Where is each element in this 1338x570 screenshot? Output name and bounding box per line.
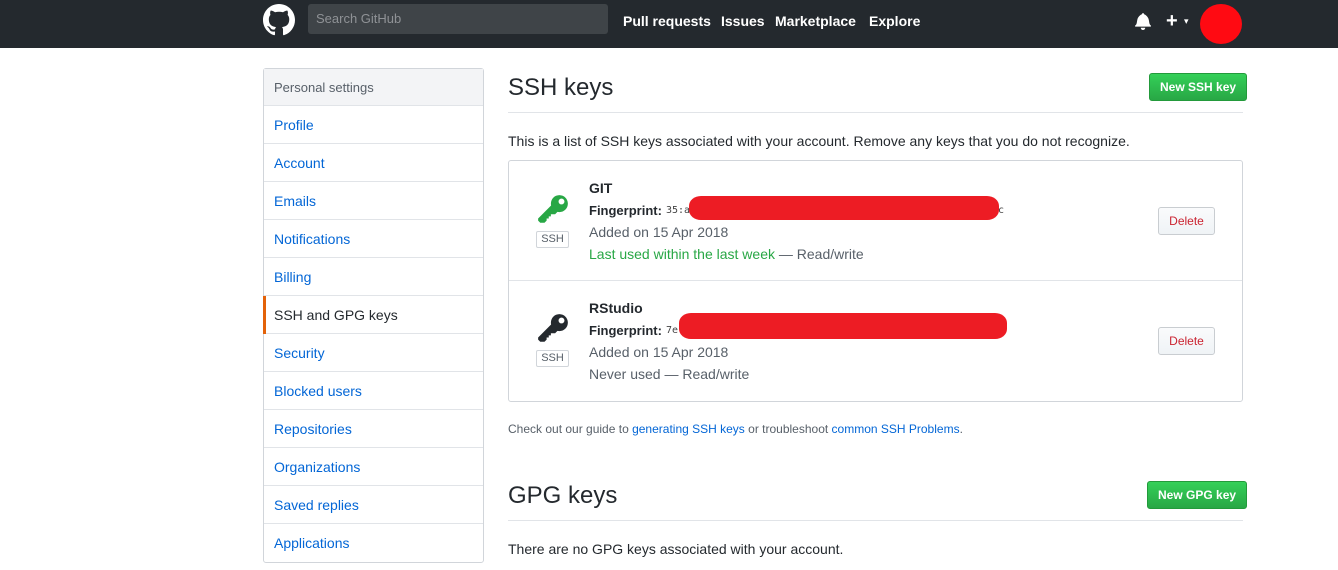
create-new-dropdown[interactable]: + ▾ bbox=[1166, 10, 1196, 32]
redaction-mark bbox=[689, 196, 999, 220]
github-octocat-icon[interactable] bbox=[263, 4, 295, 36]
sidebar-item-emails[interactable]: Emails bbox=[264, 182, 483, 220]
key-last-used: Last used within the last week bbox=[589, 246, 775, 262]
delete-key-button[interactable]: Delete bbox=[1158, 207, 1215, 235]
bell-icon[interactable] bbox=[1134, 12, 1152, 30]
key-icon bbox=[538, 314, 568, 342]
key-access: — Read/write bbox=[775, 246, 864, 262]
key-title: GIT bbox=[589, 180, 613, 196]
divider bbox=[508, 112, 1243, 113]
fingerprint-value: 35:a bbox=[666, 205, 691, 216]
key-usage: Last used within the last week — Read/wr… bbox=[589, 245, 864, 263]
sidebar-item-saved-replies[interactable]: Saved replies bbox=[264, 486, 483, 524]
settings-sidebar: Personal settings Profile Account Emails… bbox=[263, 68, 484, 563]
list-item: SSH RStudio Fingerprint: 7e Added on 15 … bbox=[509, 282, 1242, 402]
divider bbox=[508, 520, 1243, 521]
key-title: RStudio bbox=[589, 300, 643, 316]
sidebar-item-account[interactable]: Account bbox=[264, 144, 483, 182]
sidebar-item-profile[interactable]: Profile bbox=[264, 106, 483, 144]
ssh-guide-text: Check out our guide to generating SSH ke… bbox=[508, 421, 963, 437]
key-added-date: Added on 15 Apr 2018 bbox=[589, 344, 729, 360]
key-usage: Never used — Read/write bbox=[589, 365, 749, 383]
ssh-intro-text: This is a list of SSH keys associated wi… bbox=[508, 133, 1130, 149]
key-access: Never used — Read/write bbox=[589, 366, 750, 382]
chevron-down-icon: ▾ bbox=[1184, 16, 1189, 26]
new-gpg-key-button[interactable]: New GPG key bbox=[1147, 481, 1248, 509]
plus-icon: + bbox=[1166, 10, 1178, 32]
fingerprint-label: Fingerprint: bbox=[589, 203, 662, 218]
key-type-badge: SSH bbox=[536, 350, 569, 367]
sidebar-item-organizations[interactable]: Organizations bbox=[264, 448, 483, 486]
fingerprint-value: 7e bbox=[666, 325, 679, 336]
sidebar-heading: Personal settings bbox=[264, 69, 483, 106]
sidebar-item-blocked-users[interactable]: Blocked users bbox=[264, 372, 483, 410]
nav-marketplace[interactable]: Marketplace bbox=[775, 12, 856, 30]
nav-issues[interactable]: Issues bbox=[721, 12, 765, 30]
sidebar-item-repositories[interactable]: Repositories bbox=[264, 410, 483, 448]
ssh-key-list: SSH GIT Fingerprint: 35:a c Added on 15 … bbox=[508, 160, 1243, 402]
sidebar-item-security[interactable]: Security bbox=[264, 334, 483, 372]
guide-middle: or troubleshoot bbox=[744, 422, 832, 436]
key-icon bbox=[538, 195, 568, 223]
new-ssh-key-button[interactable]: New SSH key bbox=[1149, 73, 1248, 101]
fingerprint-label: Fingerprint: bbox=[589, 323, 662, 338]
search-input[interactable]: Search GitHub bbox=[308, 4, 608, 34]
gpg-keys-title: GPG keys bbox=[508, 482, 618, 509]
guide-prefix: Check out our guide to bbox=[508, 422, 633, 436]
list-item: SSH GIT Fingerprint: 35:a c Added on 15 … bbox=[509, 161, 1242, 281]
gpg-empty-text: There are no GPG keys associated with yo… bbox=[508, 541, 844, 557]
top-header: Search GitHub Pull requests Issues Marke… bbox=[0, 0, 1338, 48]
generating-ssh-keys-link[interactable]: generating SSH keys bbox=[632, 422, 745, 436]
redaction-mark bbox=[679, 313, 1007, 339]
avatar[interactable] bbox=[1200, 4, 1242, 44]
delete-key-button[interactable]: Delete bbox=[1158, 327, 1215, 355]
key-type-badge: SSH bbox=[536, 231, 569, 248]
sidebar-item-applications[interactable]: Applications bbox=[264, 524, 483, 562]
nav-pull-requests[interactable]: Pull requests bbox=[623, 12, 711, 30]
common-ssh-problems-link[interactable]: common SSH Problems bbox=[832, 422, 960, 436]
ssh-keys-title: SSH keys bbox=[508, 74, 614, 101]
guide-suffix: . bbox=[959, 422, 963, 436]
key-added-date: Added on 15 Apr 2018 bbox=[589, 224, 729, 240]
sidebar-item-billing[interactable]: Billing bbox=[264, 258, 483, 296]
sidebar-item-ssh-gpg-keys[interactable]: SSH and GPG keys bbox=[263, 296, 483, 334]
sidebar-item-notifications[interactable]: Notifications bbox=[264, 220, 483, 258]
nav-explore[interactable]: Explore bbox=[869, 12, 920, 30]
